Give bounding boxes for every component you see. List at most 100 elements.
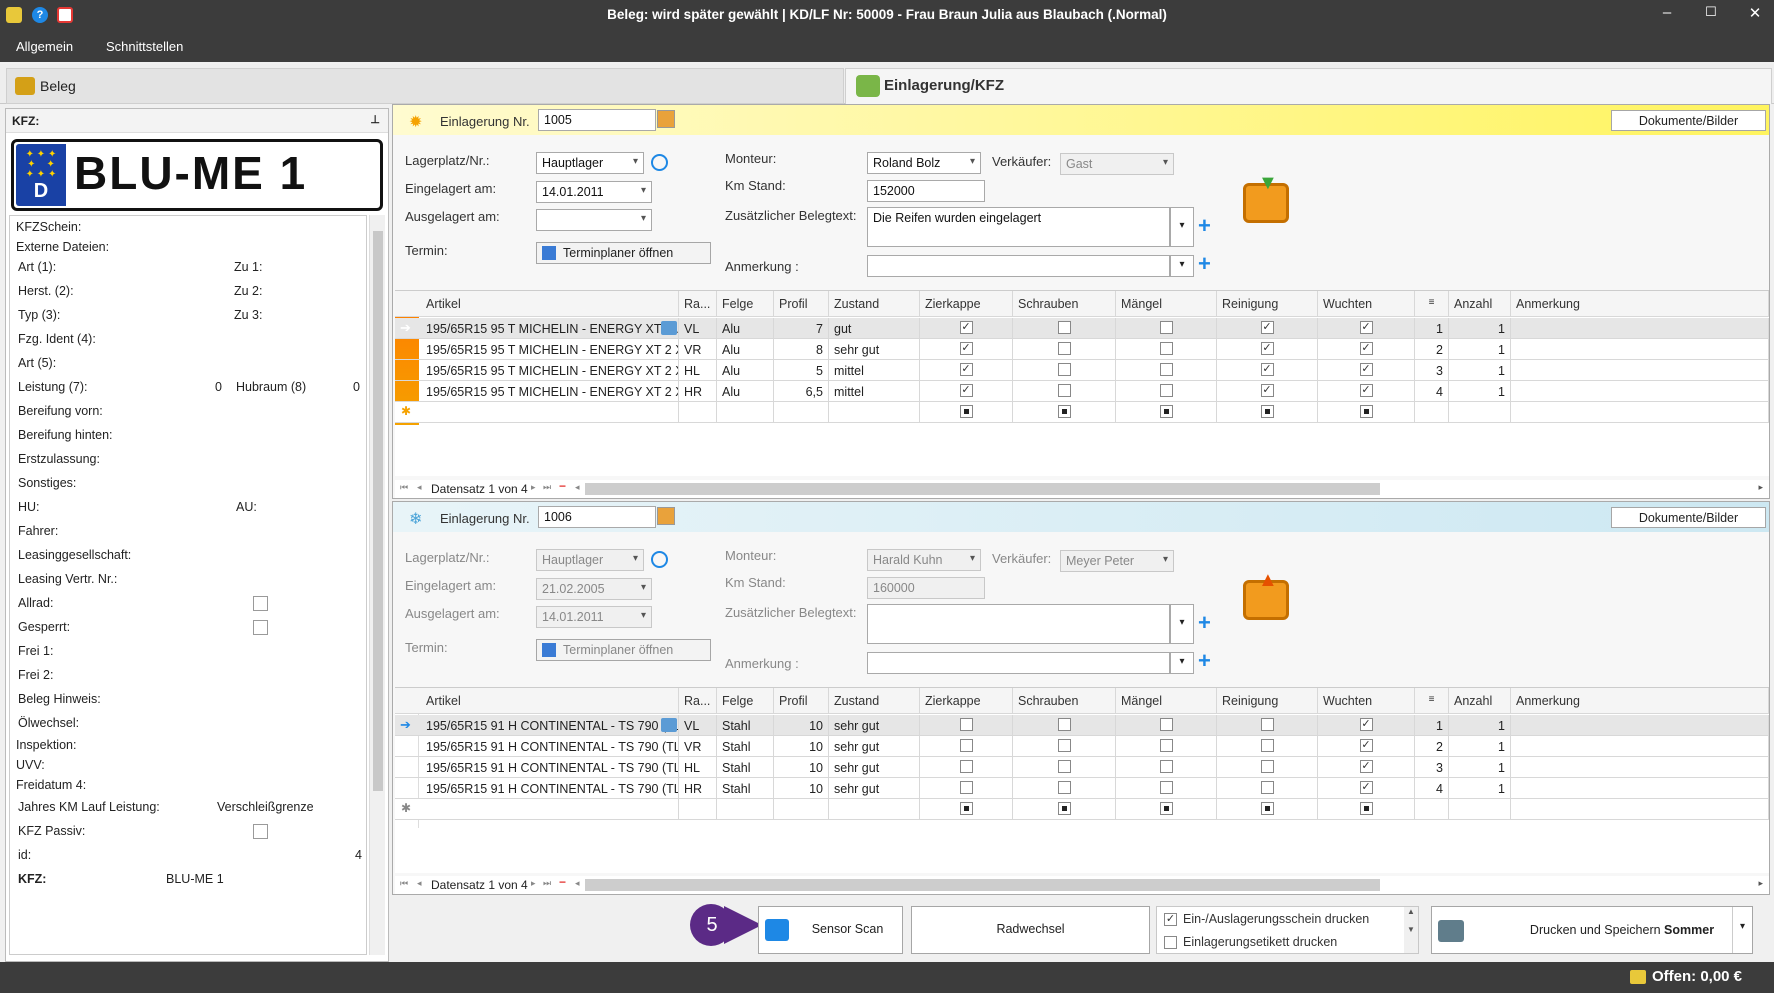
wuchten-checkbox[interactable]: ✓: [1359, 760, 1373, 773]
kfz-scrollbar[interactable]: [369, 215, 385, 955]
ausgelagert-date[interactable]: [536, 209, 652, 231]
einlagerung-nr-input[interactable]: 1005: [538, 109, 656, 131]
tab-beleg[interactable]: Beleg: [6, 68, 844, 104]
new-cell[interactable]: [717, 799, 774, 819]
ausgelagert-date[interactable]: 14.01.2011: [536, 606, 652, 628]
sort-icon[interactable]: ≡: [1415, 291, 1449, 316]
maengel-checkbox[interactable]: [1159, 342, 1173, 355]
new-cell[interactable]: [717, 402, 774, 422]
column-profil[interactable]: Profil: [774, 688, 829, 713]
reinigung-checkbox[interactable]: ✓: [1260, 321, 1274, 334]
wuchten-checkbox[interactable]: ✓: [1359, 363, 1373, 376]
lagerplatz-select[interactable]: Hauptlager: [536, 549, 644, 571]
maengel-indeterminate-checkbox[interactable]: [1159, 802, 1173, 815]
reinigung-checkbox[interactable]: ✓: [1260, 363, 1274, 376]
column-wuchten[interactable]: Wuchten: [1318, 688, 1415, 713]
maengel-checkbox[interactable]: [1159, 781, 1173, 794]
sort-icon[interactable]: ≡: [1415, 688, 1449, 713]
new-cell[interactable]: [679, 402, 717, 422]
schrauben-indeterminate-checkbox[interactable]: [1057, 405, 1071, 418]
belegtext-dropdown-icon[interactable]: ▾: [1170, 207, 1194, 247]
zierkappe-checkbox[interactable]: [959, 739, 973, 752]
reinigung-checkbox[interactable]: [1260, 760, 1274, 773]
reinigung-indeterminate-checkbox[interactable]: [1260, 405, 1274, 418]
monteur-select[interactable]: Harald Kuhn: [867, 549, 981, 571]
table-row[interactable]: ➔ 195/65R15 91 H CONTINENTAL - TS 790 (TL…: [395, 715, 1769, 736]
schrauben-checkbox[interactable]: [1057, 739, 1071, 752]
maengel-indeterminate-checkbox[interactable]: [1159, 405, 1173, 418]
zierkappe-indeterminate-checkbox[interactable]: [959, 802, 973, 815]
print-schein-checkbox[interactable]: ✓: [1164, 913, 1177, 926]
maengel-checkbox[interactable]: [1159, 321, 1173, 334]
eingelagert-date[interactable]: 21.02.2005: [536, 578, 652, 600]
kfz-passiv-checkbox[interactable]: [253, 824, 268, 839]
column-anzahl[interactable]: Anzahl: [1449, 688, 1511, 713]
maengel-checkbox[interactable]: [1159, 384, 1173, 397]
zierkappe-checkbox[interactable]: ✓: [959, 321, 973, 334]
belegtext-input[interactable]: Die Reifen wurden eingelagert: [867, 207, 1170, 247]
nav-delete-icon[interactable]: −: [559, 875, 566, 889]
lagerplatz-search-icon[interactable]: [651, 551, 668, 568]
maengel-checkbox[interactable]: [1159, 718, 1173, 731]
new-cell[interactable]: [421, 402, 679, 422]
new-row[interactable]: ✱: [395, 402, 1769, 423]
maximize-button[interactable]: ☐: [1696, 4, 1726, 20]
minimize-button[interactable]: –: [1652, 4, 1682, 21]
anmerkung-input[interactable]: [867, 652, 1170, 674]
wuchten-checkbox[interactable]: ✓: [1359, 384, 1373, 397]
reinigung-checkbox[interactable]: [1260, 739, 1274, 752]
nav-first-icon[interactable]: ⏮: [400, 482, 408, 493]
anmerkung-add-icon[interactable]: +: [1198, 251, 1211, 277]
wuchten-indeterminate-checkbox[interactable]: [1359, 802, 1373, 815]
artikel-lookup-icon[interactable]: [661, 718, 677, 732]
nav-prev-icon[interactable]: ◂: [417, 878, 422, 889]
zierkappe-checkbox[interactable]: ✓: [959, 363, 973, 376]
drucken-speichern-button[interactable]: Drucken und Speichern Sommer ▾: [1431, 906, 1753, 954]
dokumente-bilder-button[interactable]: Dokumente/Bilder: [1611, 110, 1766, 131]
scroll-thumb[interactable]: [373, 231, 383, 791]
new-row[interactable]: ✱: [395, 799, 1769, 820]
zierkappe-checkbox[interactable]: [959, 760, 973, 773]
reinigung-checkbox[interactable]: ✓: [1260, 342, 1274, 355]
new-cell[interactable]: [1415, 799, 1449, 819]
column-schrauben[interactable]: Schrauben: [1013, 291, 1116, 316]
artikel-lookup-icon[interactable]: [661, 321, 677, 335]
column-zierkappe[interactable]: Zierkappe: [920, 291, 1013, 316]
monteur-select[interactable]: Roland Bolz: [867, 152, 981, 174]
table-row[interactable]: 195/65R15 91 H CONTINENTAL - TS 790 (TL)…: [395, 736, 1769, 757]
close-button[interactable]: ✕: [1740, 4, 1770, 22]
terminplaner-button[interactable]: Terminplaner öffnen: [536, 242, 711, 264]
wuchten-checkbox[interactable]: ✓: [1359, 321, 1373, 334]
lagerplatz-search-icon[interactable]: [651, 154, 668, 171]
schrauben-checkbox[interactable]: [1057, 718, 1071, 731]
sensor-scan-button[interactable]: Sensor Scan: [758, 906, 903, 954]
anmerkung-input[interactable]: [867, 255, 1170, 277]
schrauben-indeterminate-checkbox[interactable]: [1057, 802, 1071, 815]
schrauben-checkbox[interactable]: [1057, 321, 1071, 334]
km-stand-input[interactable]: 152000: [867, 180, 985, 202]
column-reinigung[interactable]: Reinigung: [1217, 688, 1318, 713]
table-row[interactable]: 195/65R15 95 T MICHELIN - ENERGY XT 2 XL…: [395, 360, 1769, 381]
anmerkung-dropdown-icon[interactable]: ▾: [1170, 652, 1194, 674]
reinigung-checkbox[interactable]: [1260, 781, 1274, 794]
belegtext-input[interactable]: [867, 604, 1170, 644]
new-cell[interactable]: [1511, 402, 1769, 422]
schrauben-checkbox[interactable]: [1057, 781, 1071, 794]
anmerkung-dropdown-icon[interactable]: ▾: [1170, 255, 1194, 277]
drucken-dropdown-icon[interactable]: ▾: [1732, 907, 1752, 953]
maengel-checkbox[interactable]: [1159, 363, 1173, 376]
column-felge[interactable]: Felge: [717, 291, 774, 316]
menu-schnittstellen[interactable]: Schnittstellen: [106, 39, 183, 54]
column-anzahl[interactable]: Anzahl: [1449, 291, 1511, 316]
hscroll-left-icon[interactable]: ◂: [575, 482, 580, 493]
new-cell[interactable]: [774, 402, 829, 422]
hscroll-right-icon[interactable]: ▸: [1758, 878, 1763, 889]
tab-einlagerung-kfz[interactable]: Einlagerung/KFZ: [845, 68, 1772, 104]
reinigung-checkbox[interactable]: [1260, 718, 1274, 731]
column-ra[interactable]: Ra...: [679, 688, 717, 713]
km-stand-input[interactable]: 160000: [867, 577, 985, 599]
column-artikel[interactable]: Artikel: [421, 291, 679, 316]
column-artikel[interactable]: Artikel: [421, 688, 679, 713]
menu-allgemein[interactable]: Allgemein: [16, 39, 73, 54]
verkaeufer-select[interactable]: Meyer Peter: [1060, 550, 1174, 572]
